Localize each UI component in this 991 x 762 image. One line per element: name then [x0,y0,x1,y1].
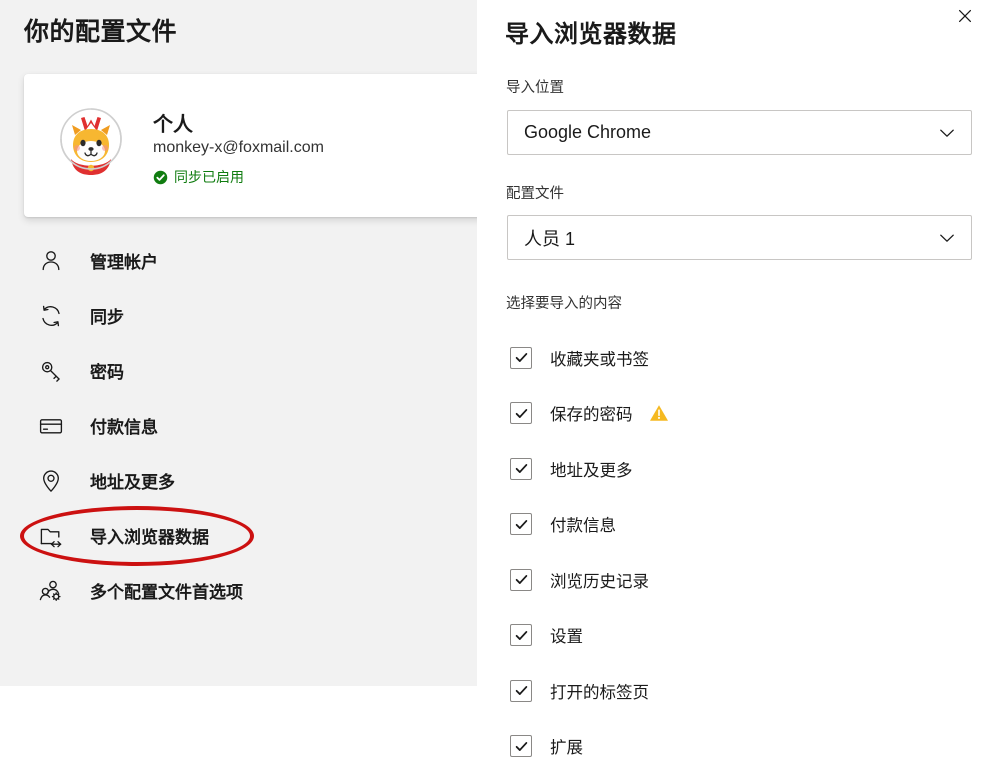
location-pin-icon [38,468,64,494]
sync-status-label: 同步已启用 [174,167,244,187]
checkmark-icon [514,572,529,587]
checkmark-icon [514,683,529,698]
sync-enabled-check-icon [153,170,168,185]
import-item-label: 付款信息 [550,512,616,536]
import-item-row[interactable]: 地址及更多 [477,441,991,497]
import-item-row[interactable]: 打开的标签页 [477,663,991,719]
import-item-label: 收藏夹或书签 [550,346,649,370]
checkbox[interactable] [510,347,532,369]
checkmark-icon [514,739,529,754]
sidebar-item-import-browser-data[interactable]: 导入浏览器数据 [0,508,477,563]
checkbox[interactable] [510,624,532,646]
checkmark-icon [514,517,529,532]
shiba-astronaut-avatar [51,101,131,181]
sidebar-item-label: 密码 [90,358,124,383]
credit-card-icon [38,413,64,439]
import-item-row[interactable]: 收藏夹或书签 [477,330,991,386]
sidebar-item-payment-info[interactable]: 付款信息 [0,398,477,453]
profile-select-value: 人员 1 [524,225,937,251]
folder-import-icon [38,523,64,549]
checkmark-icon [514,628,529,643]
sidebar-item-label: 导入浏览器数据 [90,523,209,548]
sidebar-item-label: 多个配置文件首选项 [90,578,243,603]
sidebar-item-label: 管理帐户 [90,248,158,273]
checkmark-icon [514,461,529,476]
checkbox[interactable] [510,513,532,535]
sidebar-item-passwords[interactable]: 密码 [0,343,477,398]
profiles-settings-panel: 你的配置文件 [0,0,477,686]
checkbox[interactable] [510,569,532,591]
import-item-row[interactable]: 扩展 [477,719,991,762]
sidebar-item-label: 地址及更多 [90,468,175,493]
profile-select-dropdown[interactable]: 人员 1 [507,215,972,260]
page-title: 你的配置文件 [24,12,177,48]
import-item-row[interactable]: 付款信息 [477,497,991,553]
import-item-label: 打开的标签页 [550,679,649,703]
chevron-down-icon [937,228,957,248]
profile-card[interactable]: 个人 monkey-x@foxmail.com 同步已启用 [24,74,477,217]
checkbox[interactable] [510,458,532,480]
people-settings-icon [38,578,64,604]
checkmark-icon [514,406,529,421]
import-item-label: 地址及更多 [550,457,633,481]
import-item-label: 设置 [550,623,583,647]
app-root: 你的配置文件 [0,0,991,762]
choose-what-to-import-label: 选择要导入的内容 [506,292,622,313]
import-items-checkbox-list: 收藏夹或书签 保存的密码 [477,330,991,762]
key-icon [38,358,64,384]
import-source-value: Google Chrome [524,122,937,143]
checkbox[interactable] [510,735,532,757]
sidebar-item-multi-profile-preferences[interactable]: 多个配置文件首选项 [0,563,477,618]
profile-select-label: 配置文件 [506,182,564,203]
person-icon [38,248,64,274]
profile-name: 个人 [153,108,193,137]
import-source-dropdown[interactable]: Google Chrome [507,110,972,155]
sidebar-item-addresses-and-more[interactable]: 地址及更多 [0,453,477,508]
warning-icon [649,403,669,423]
close-icon [957,8,973,24]
sync-refresh-icon [38,303,64,329]
import-item-row[interactable]: 浏览历史记录 [477,552,991,608]
profile-nav-list: 管理帐户 同步 密码 [0,233,477,618]
import-item-label: 扩展 [550,734,583,758]
sidebar-item-manage-account[interactable]: 管理帐户 [0,233,477,288]
chevron-down-icon [937,123,957,143]
import-item-label: 保存的密码 [550,401,633,425]
checkbox[interactable] [510,680,532,702]
import-browser-data-dialog: 导入浏览器数据 导入位置 Google Chrome 配置文件 人员 1 选择要… [477,0,991,762]
sidebar-item-sync[interactable]: 同步 [0,288,477,343]
checkmark-icon [514,350,529,365]
close-button[interactable] [949,0,981,32]
dialog-title: 导入浏览器数据 [505,14,677,49]
import-item-row[interactable]: 设置 [477,608,991,664]
import-item-row[interactable]: 保存的密码 [477,386,991,442]
profile-email: monkey-x@foxmail.com [153,139,324,157]
sync-status-badge: 同步已启用 [153,167,244,187]
checkbox[interactable] [510,402,532,424]
import-from-label: 导入位置 [506,76,564,97]
sidebar-item-label: 付款信息 [90,413,158,438]
import-item-label: 浏览历史记录 [550,568,649,592]
sidebar-item-label: 同步 [90,303,124,328]
